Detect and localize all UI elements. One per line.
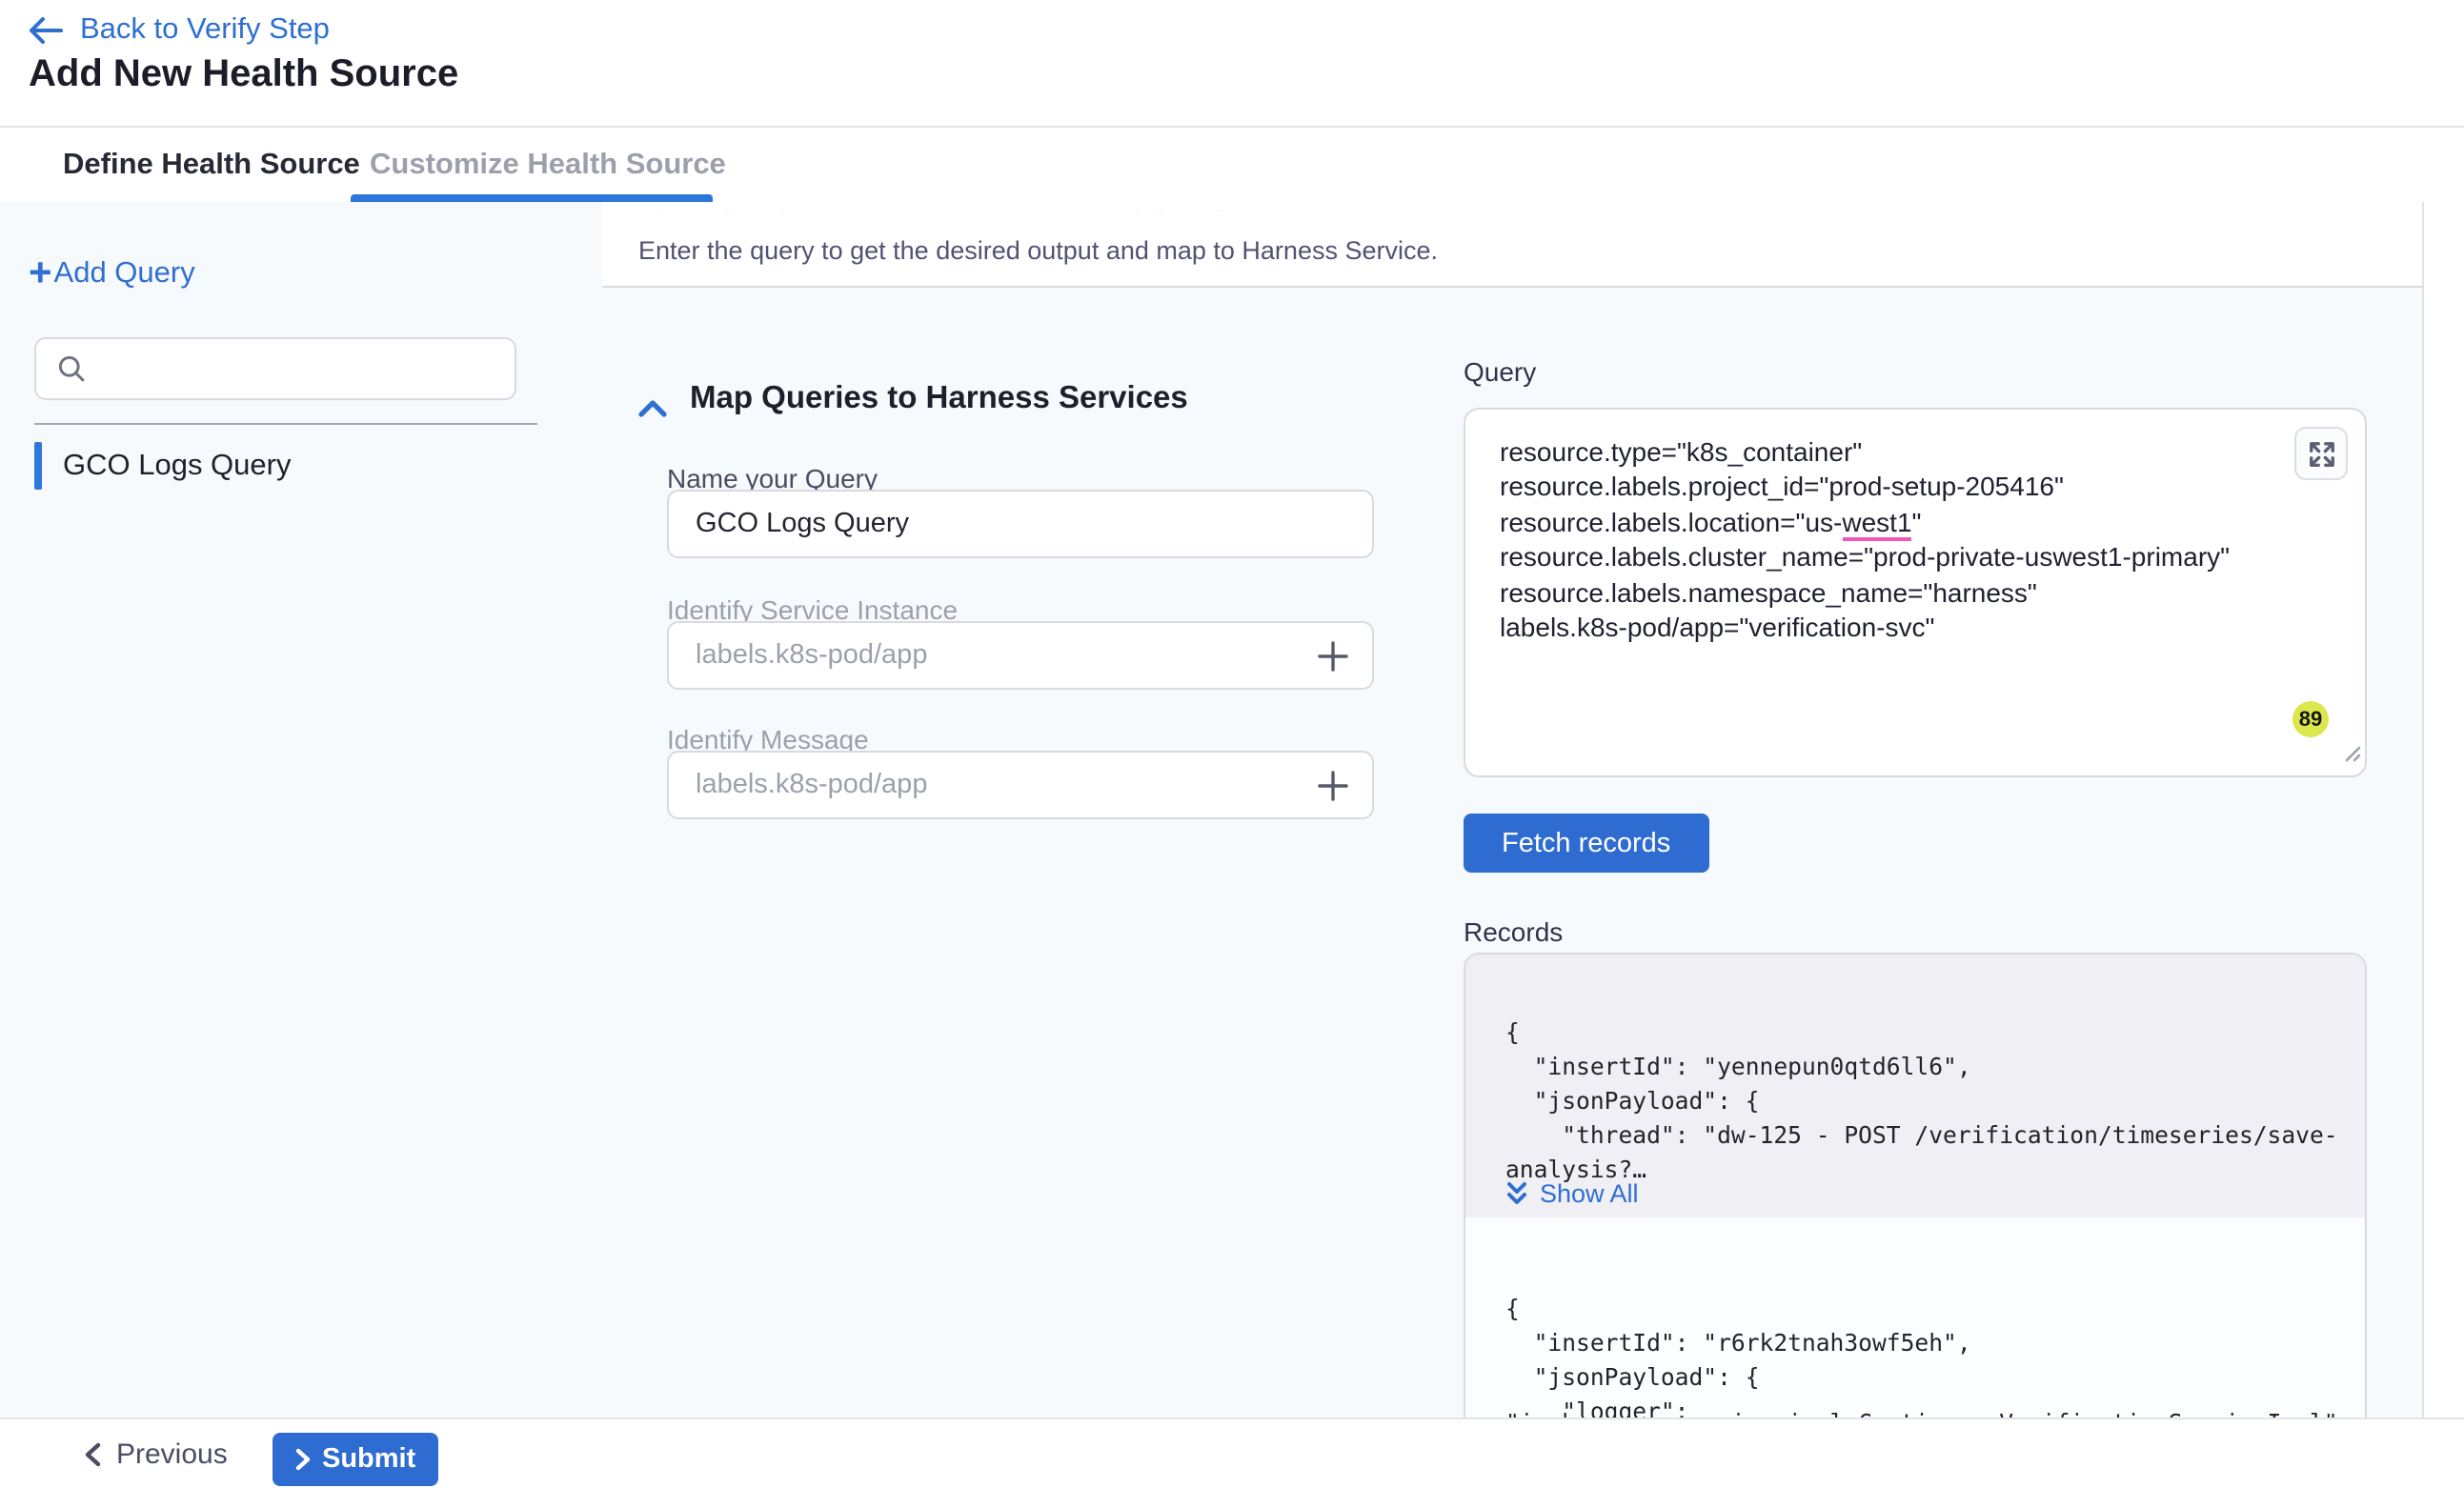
scroll-fade-overlay bbox=[602, 202, 2422, 240]
expand-icon bbox=[2307, 439, 2335, 468]
records-panel: { "insertId": "yennepun0qtd6ll6", "jsonP… bbox=[1464, 953, 2367, 1418]
section-subtitle: Enter the query to get the desired outpu… bbox=[638, 236, 1438, 265]
map-queries-heading: Map Queries to Harness Services bbox=[690, 381, 1188, 417]
query-text: resource.type="k8s_container" resource.l… bbox=[1500, 434, 2230, 645]
plus-icon: + bbox=[29, 255, 52, 293]
resize-grip-icon bbox=[2340, 741, 2361, 762]
collapse-section-button[interactable] bbox=[638, 392, 667, 427]
spellcheck-underlined-word: west1 bbox=[1842, 507, 1911, 541]
identify-message-field bbox=[667, 751, 1374, 819]
tab-define-health-source[interactable]: Define Health Source bbox=[63, 128, 360, 202]
query-line: labels.k8s-pod/app="verification-svc" bbox=[1500, 610, 2230, 645]
previous-label: Previous bbox=[116, 1438, 228, 1470]
query-editor[interactable]: resource.type="k8s_container" resource.l… bbox=[1464, 408, 2367, 777]
selected-indicator-bar bbox=[34, 442, 42, 490]
active-tab-underline bbox=[351, 194, 713, 202]
record-json-text-cutoff: "io.harness.service.impl.ContinuousVerif… bbox=[1505, 1406, 2338, 1418]
show-all-label: Show All bbox=[1540, 1179, 1639, 1208]
service-instance-input[interactable] bbox=[692, 638, 1317, 673]
query-line: resource.labels.namespace_name="harness" bbox=[1500, 574, 2230, 610]
wizard-footer: Previous Submit bbox=[0, 1418, 2464, 1488]
chevron-left-icon bbox=[84, 1441, 101, 1466]
query-line: resource.labels.project_id="prod-setup-2… bbox=[1500, 470, 2230, 505]
sidebar-divider bbox=[34, 423, 537, 425]
section-content: Map Queries to Harness Services Name you… bbox=[602, 288, 2422, 1418]
search-icon bbox=[57, 354, 86, 383]
submit-button[interactable]: Submit bbox=[273, 1433, 438, 1486]
query-line: resource.labels.cluster_name="prod-priva… bbox=[1500, 539, 2230, 574]
query-line: resource.labels.location="us-west1" bbox=[1500, 505, 2230, 540]
character-count-badge: 89 bbox=[2292, 701, 2329, 737]
add-new-health-source-page: Back to Verify Step Add New Health Sourc… bbox=[0, 0, 2464, 1488]
identify-message-input[interactable] bbox=[692, 768, 1317, 802]
plus-icon bbox=[1317, 769, 1349, 801]
sidebar-item-gco-logs-query[interactable]: GCO Logs Query bbox=[34, 440, 292, 492]
body: + Add Query GCO Logs Query Query Specifi… bbox=[0, 202, 2464, 1418]
records-label: Records bbox=[1464, 916, 1563, 947]
main-panel: Query Specifications and Mappings Enter … bbox=[602, 202, 2424, 1418]
submit-label: Submit bbox=[322, 1444, 415, 1475]
plus-icon bbox=[1317, 639, 1349, 672]
tab-customize-health-source[interactable]: Customize Health Source bbox=[370, 128, 726, 202]
query-search-box[interactable] bbox=[34, 337, 516, 400]
back-link-label: Back to Verify Step bbox=[80, 13, 330, 48]
query-search-input[interactable] bbox=[101, 352, 515, 386]
query-label: Query bbox=[1464, 356, 1536, 387]
show-all-link[interactable]: Show All bbox=[1505, 1179, 1639, 1208]
back-to-verify-step-link[interactable]: Back to Verify Step bbox=[29, 13, 330, 48]
query-name-field bbox=[667, 490, 1374, 558]
fetch-records-button[interactable]: Fetch records bbox=[1464, 814, 1708, 873]
service-instance-field bbox=[667, 621, 1374, 690]
record-item: { "insertId": "yennepun0qtd6ll6", "jsonP… bbox=[1465, 955, 2365, 1217]
query-item-label: GCO Logs Query bbox=[63, 449, 292, 483]
add-service-instance-button[interactable] bbox=[1317, 639, 1349, 672]
expand-query-button[interactable] bbox=[2294, 427, 2348, 480]
double-chevron-down-icon bbox=[1505, 1181, 1528, 1206]
chevron-right-icon bbox=[295, 1448, 311, 1471]
add-query-button[interactable]: + Add Query bbox=[29, 255, 195, 293]
previous-button[interactable]: Previous bbox=[84, 1419, 228, 1488]
page-title: Add New Health Source bbox=[29, 53, 458, 97]
query-name-input[interactable] bbox=[692, 507, 1349, 541]
page-header: Back to Verify Step Add New Health Sourc… bbox=[0, 0, 2464, 128]
health-source-tabbar: Define Health Source Customize Health So… bbox=[0, 128, 2464, 202]
resize-handle[interactable] bbox=[2340, 737, 2361, 772]
add-message-button[interactable] bbox=[1317, 769, 1349, 801]
back-arrow-icon bbox=[29, 17, 63, 44]
section-header: Query Specifications and Mappings Enter … bbox=[602, 202, 2422, 288]
add-query-label: Add Query bbox=[54, 257, 195, 292]
query-line: resource.type="k8s_container" bbox=[1500, 434, 2230, 470]
query-sidebar: + Add Query GCO Logs Query bbox=[0, 202, 602, 1418]
record-json-text: { "insertId": "r6rk2tnah3owf5eh", "jsonP… bbox=[1505, 1292, 1971, 1418]
record-json-text: { "insertId": "yennepun0qtd6ll6", "jsonP… bbox=[1505, 1015, 2338, 1187]
chevron-up-icon bbox=[638, 400, 667, 417]
